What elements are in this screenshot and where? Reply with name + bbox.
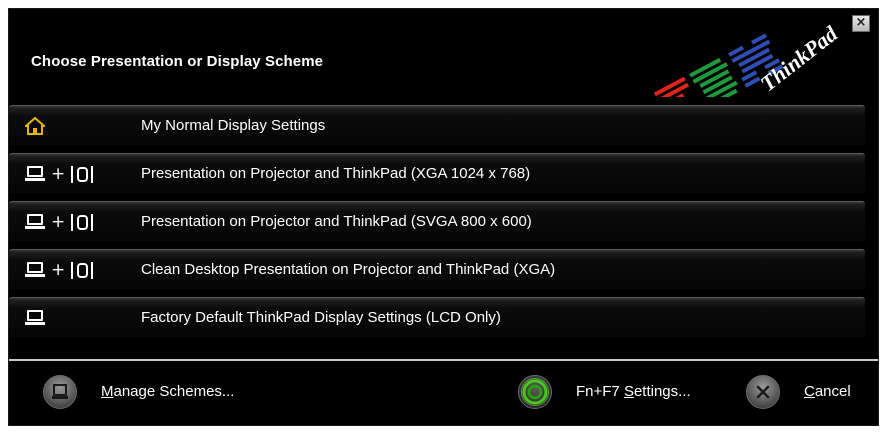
scheme-row-clean-desktop[interactable]: + Clean Desktop Presentation on Projecto… [9, 249, 865, 289]
close-icon [756, 385, 770, 399]
laptop-icon [25, 261, 45, 279]
scheme-row-factory-default[interactable]: Factory Default ThinkPad Display Setting… [9, 297, 865, 337]
plus-icon: + [51, 164, 66, 184]
close-button[interactable]: × [852, 15, 870, 32]
laptop-icon [52, 384, 68, 399]
power-ring-icon [521, 378, 549, 406]
dialog-title: Choose Presentation or Display Scheme [31, 53, 324, 70]
laptop-plus-projector-icon: + [25, 164, 94, 184]
scheme-row-svga-projector[interactable]: + Presentation on Projector and ThinkPad… [9, 201, 865, 241]
laptop-icon [25, 213, 45, 231]
manage-schemes-button[interactable] [43, 375, 77, 409]
projector-icon [71, 165, 94, 183]
fn-f7-settings-label[interactable]: Fn+F7 Settings... [576, 383, 691, 400]
projector-icon [71, 261, 94, 279]
projector-icon [71, 213, 94, 231]
cancel-button[interactable] [746, 375, 780, 409]
scheme-label: Clean Desktop Presentation on Projector … [141, 261, 556, 278]
laptop-plus-projector-icon: + [25, 212, 94, 232]
scheme-label: Presentation on Projector and ThinkPad (… [141, 165, 531, 182]
scheme-label: My Normal Display Settings [141, 117, 326, 134]
home-icon [25, 116, 45, 136]
scheme-row-normal[interactable]: My Normal Display Settings [9, 105, 865, 145]
plus-icon: + [51, 212, 66, 232]
plus-icon: + [51, 260, 66, 280]
laptop-icon [25, 165, 45, 183]
footer-bar: Manage Schemes... Fn+F7 Settings... Canc… [9, 361, 878, 425]
fn-f7-settings-button[interactable] [518, 375, 552, 409]
ibm-thinkpad-logo: ThinkPad [653, 20, 843, 97]
scheme-label: Factory Default ThinkPad Display Setting… [141, 309, 501, 326]
display-scheme-dialog: Choose Presentation or Display Scheme Th… [8, 8, 879, 426]
laptop-plus-projector-icon: + [25, 260, 94, 280]
laptop-icon [25, 308, 45, 328]
scheme-label: Presentation on Projector and ThinkPad (… [141, 213, 532, 230]
cancel-label[interactable]: Cancel [804, 383, 851, 400]
manage-schemes-label[interactable]: Manage Schemes... [101, 383, 234, 400]
scheme-row-xga-projector[interactable]: + Presentation on Projector and ThinkPad… [9, 153, 865, 193]
